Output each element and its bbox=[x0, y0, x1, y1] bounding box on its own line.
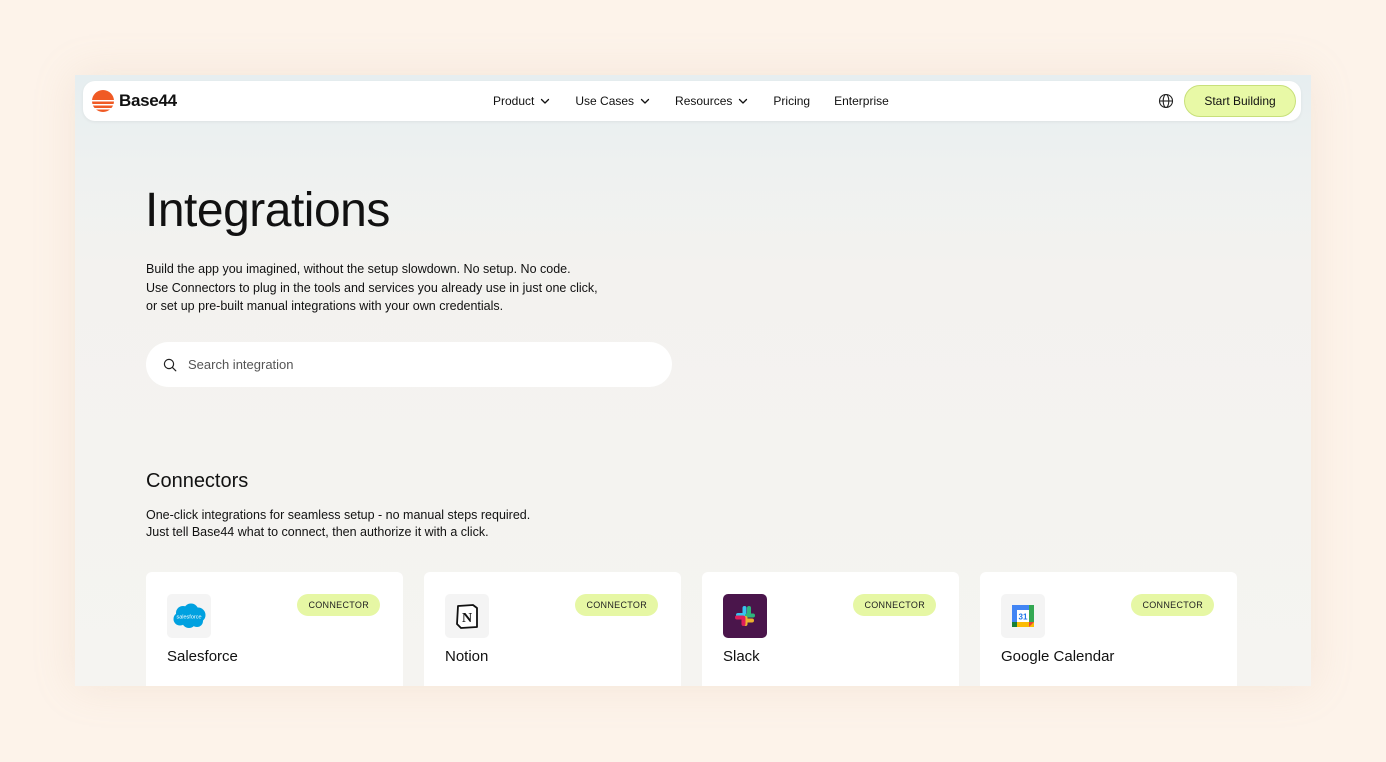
hero-description-line: or set up pre-built manual integrations … bbox=[146, 299, 504, 313]
connector-name: Notion bbox=[445, 648, 489, 665]
notion-logo-icon: N bbox=[445, 594, 489, 638]
nav-item-enterprise[interactable]: Enterprise bbox=[834, 94, 889, 108]
connector-badge: CONNECTOR bbox=[1131, 594, 1214, 616]
slack-logo-icon bbox=[723, 594, 767, 638]
hero-description: Build the app you imagined, without the … bbox=[146, 260, 666, 316]
nav-item-label: Resources bbox=[675, 94, 733, 108]
connectors-heading: Connectors bbox=[146, 470, 249, 492]
connector-cards: salesforce CONNECTOR Salesforce N CONNEC… bbox=[146, 572, 1237, 686]
hero-description-line: Build the app you imagined, without the … bbox=[146, 262, 571, 276]
start-building-button[interactable]: Start Building bbox=[1184, 85, 1296, 117]
page-title: Integrations bbox=[145, 184, 390, 237]
connector-badge: CONNECTOR bbox=[575, 594, 658, 616]
google-calendar-logo-icon: 31 bbox=[1001, 594, 1045, 638]
chevron-down-icon bbox=[640, 98, 650, 104]
search-bar[interactable] bbox=[146, 342, 672, 387]
connector-badge: CONNECTOR bbox=[853, 594, 936, 616]
connectors-description-line: Just tell Base44 what to connect, then a… bbox=[146, 524, 489, 539]
nav-item-label: Enterprise bbox=[834, 94, 889, 108]
nav-item-product[interactable]: Product bbox=[493, 94, 550, 108]
top-navbar: Base44 Product Use Cases Resources Prici… bbox=[83, 81, 1301, 121]
base44-logo-icon bbox=[92, 90, 114, 112]
brand-logo[interactable]: Base44 bbox=[92, 90, 177, 112]
nav-item-use-cases[interactable]: Use Cases bbox=[575, 94, 650, 108]
connector-card-salesforce[interactable]: salesforce CONNECTOR Salesforce bbox=[146, 572, 403, 686]
connector-name: Google Calendar bbox=[1001, 648, 1115, 665]
search-icon bbox=[163, 358, 177, 371]
brand-name: Base44 bbox=[119, 91, 177, 110]
connectors-description-line: One-click integrations for seamless setu… bbox=[146, 508, 531, 522]
browser-viewport: Base44 Product Use Cases Resources Prici… bbox=[75, 75, 1311, 686]
connector-card-notion[interactable]: N CONNECTOR Notion bbox=[424, 572, 681, 686]
notion-logo-text: N bbox=[462, 611, 472, 626]
search-input[interactable] bbox=[186, 356, 650, 373]
chevron-down-icon bbox=[541, 98, 550, 104]
globe-icon[interactable] bbox=[1158, 93, 1174, 109]
connector-name: Salesforce bbox=[167, 648, 238, 665]
nav-item-pricing[interactable]: Pricing bbox=[773, 94, 810, 108]
nav-links: Product Use Cases Resources Pricing Ente… bbox=[493, 81, 913, 121]
connector-card-google-calendar[interactable]: 31 CONNECTOR Google Calendar bbox=[980, 572, 1237, 686]
nav-item-label: Product bbox=[493, 94, 535, 108]
nav-item-resources[interactable]: Resources bbox=[675, 94, 748, 108]
salesforce-logo-text: salesforce bbox=[176, 615, 201, 621]
nav-item-label: Use Cases bbox=[575, 94, 635, 108]
nav-item-label: Pricing bbox=[773, 94, 811, 108]
chevron-down-icon bbox=[739, 98, 748, 104]
connector-name: Slack bbox=[723, 648, 760, 665]
connector-card-slack[interactable]: CONNECTOR Slack bbox=[702, 572, 959, 686]
salesforce-logo-icon: salesforce bbox=[167, 594, 211, 638]
hero-description-line: Use Connectors to plug in the tools and … bbox=[146, 280, 598, 295]
connector-badge: CONNECTOR bbox=[297, 594, 380, 616]
google-calendar-logo-text: 31 bbox=[1019, 613, 1028, 622]
connectors-description: One-click integrations for seamless setu… bbox=[146, 507, 530, 540]
